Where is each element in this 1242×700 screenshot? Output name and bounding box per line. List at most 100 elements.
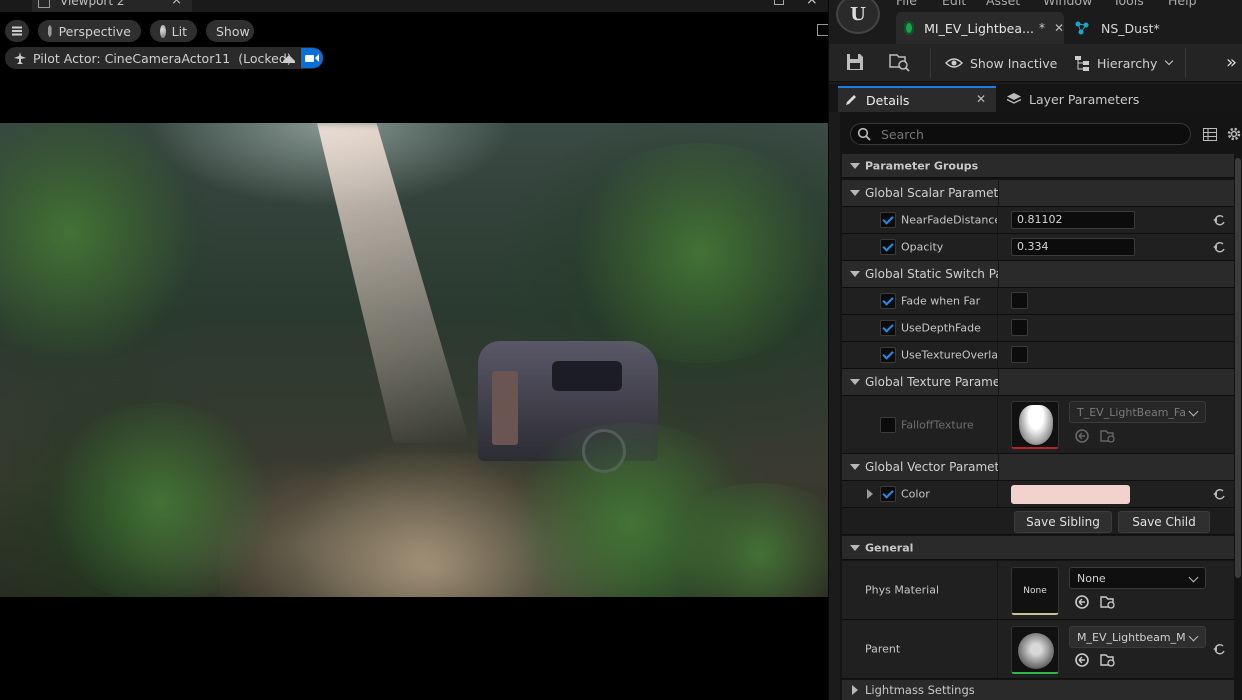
search-box[interactable] bbox=[850, 123, 1191, 145]
tab-layer-parameters[interactable]: Layer Parameters bbox=[1006, 88, 1139, 110]
tab-details[interactable]: Details ✕ bbox=[838, 86, 996, 112]
layers-icon bbox=[1006, 93, 1022, 104]
details-scrollbar[interactable] bbox=[1234, 150, 1242, 700]
search-input[interactable] bbox=[879, 125, 1169, 143]
view-mode-button[interactable]: Lit bbox=[150, 20, 197, 42]
expand-arrow-icon bbox=[850, 162, 860, 169]
eject-pilot-button[interactable] bbox=[278, 48, 300, 68]
expand-arrow-icon bbox=[850, 379, 860, 385]
parent-material-value: M_EV_Lightbeam_M bbox=[1077, 630, 1186, 644]
browse-asset-icon[interactable] bbox=[889, 52, 911, 72]
group-label: Global Texture Parame bbox=[865, 375, 999, 389]
param-row-near-fade-distance: NearFadeDistance 0.81102 bbox=[842, 207, 1234, 234]
save-icon[interactable] bbox=[846, 53, 864, 71]
color-swatch[interactable] bbox=[1011, 485, 1130, 504]
parent-material-thumbnail[interactable] bbox=[1011, 626, 1059, 674]
expand-arrow-icon[interactable] bbox=[867, 489, 873, 499]
param-enable-checkbox[interactable] bbox=[880, 416, 896, 433]
group-label: Global Vector Paramete bbox=[865, 460, 999, 474]
tab-close-icon[interactable]: ✕ bbox=[976, 92, 986, 106]
pilot-actor-text: Pilot Actor: CineCameraActor11 (Locked) bbox=[33, 50, 292, 66]
param-value-checkbox[interactable] bbox=[1011, 346, 1028, 363]
param-value-checkbox[interactable] bbox=[1011, 319, 1028, 336]
viewport-maximize-icon[interactable] bbox=[774, 0, 784, 5]
menu-asset[interactable]: Asset bbox=[986, 0, 1020, 8]
camera-lens-icon bbox=[315, 54, 319, 62]
viewport-tab[interactable]: Viewport 2 × bbox=[32, 0, 192, 12]
viewport-close-icon[interactable]: × bbox=[806, 0, 818, 8]
category-label: General bbox=[865, 541, 914, 554]
expand-arrow-icon bbox=[850, 544, 860, 551]
param-value-input[interactable]: 0.334 bbox=[1011, 238, 1135, 256]
tree-foliage bbox=[560, 143, 828, 363]
group-global-texture[interactable]: Global Texture Parame bbox=[842, 369, 1234, 396]
texture-asset-dropdown[interactable]: T_EV_LightBeam_Fa bbox=[1069, 401, 1206, 423]
category-general[interactable]: General bbox=[842, 536, 1234, 560]
use-selected-asset-icon[interactable] bbox=[1074, 428, 1090, 444]
use-selected-asset-icon[interactable] bbox=[1074, 652, 1090, 668]
toolbar-overflow-icon[interactable]: » bbox=[1226, 52, 1237, 73]
table-view-icon[interactable] bbox=[1203, 128, 1217, 141]
parent-material-dropdown[interactable]: M_EV_Lightbeam_M bbox=[1069, 626, 1206, 648]
category-label: Lightmass Settings bbox=[865, 683, 975, 697]
camera-lock-button[interactable] bbox=[301, 48, 323, 68]
pencil-icon bbox=[846, 95, 856, 105]
hierarchy-button[interactable]: Hierarchy bbox=[1074, 54, 1174, 72]
use-selected-asset-icon[interactable] bbox=[1074, 594, 1090, 610]
column-divider bbox=[998, 454, 999, 480]
perspective-button[interactable]: Perspective bbox=[38, 20, 141, 42]
param-enable-checkbox[interactable] bbox=[880, 320, 896, 336]
browse-to-asset-icon[interactable] bbox=[1100, 652, 1116, 668]
show-flags-button[interactable]: Show bbox=[206, 20, 254, 42]
reset-to-default-icon[interactable] bbox=[1212, 642, 1226, 656]
chevron-down-icon bbox=[1165, 56, 1174, 66]
reset-to-default-icon[interactable] bbox=[1212, 213, 1226, 227]
param-enable-checkbox[interactable] bbox=[880, 239, 896, 255]
tab-close-icon[interactable]: ✕ bbox=[1054, 21, 1064, 35]
group-global-vector[interactable]: Global Vector Paramete bbox=[842, 454, 1234, 481]
group-global-scalar[interactable]: Global Scalar Paramete bbox=[842, 180, 1234, 207]
param-enable-checkbox[interactable] bbox=[880, 347, 896, 363]
group-global-static-switch[interactable]: Global Static Switch Pa bbox=[842, 261, 1234, 288]
param-enable-checkbox[interactable] bbox=[880, 293, 896, 309]
viewport-layout-icon[interactable] bbox=[817, 24, 828, 36]
viewport-menu-button[interactable] bbox=[5, 20, 29, 42]
category-parameter-groups[interactable]: Parameter Groups bbox=[842, 154, 1234, 178]
menu-tools[interactable]: Tools bbox=[1113, 0, 1144, 8]
expand-arrow-icon bbox=[850, 190, 860, 196]
fern-cluster bbox=[40, 403, 280, 597]
scrollbar-thumb[interactable] bbox=[1235, 158, 1241, 578]
save-sibling-button[interactable]: Save Sibling bbox=[1014, 511, 1112, 533]
param-name: UseTextureOverlay bbox=[901, 348, 997, 362]
phys-material-thumbnail[interactable]: None bbox=[1011, 567, 1059, 615]
browse-to-asset-icon[interactable] bbox=[1100, 594, 1116, 610]
menu-edit[interactable]: Edit bbox=[942, 0, 966, 8]
phys-material-dropdown[interactable]: None bbox=[1069, 567, 1206, 589]
param-row-falloff-texture: FalloffTexture T_EV_LightBeam_Fa bbox=[842, 396, 1234, 454]
param-enable-checkbox[interactable] bbox=[880, 486, 896, 502]
texture-thumbnail[interactable] bbox=[1011, 401, 1059, 449]
browse-to-asset-icon[interactable] bbox=[1100, 428, 1116, 444]
menu-help[interactable]: Help bbox=[1168, 0, 1197, 8]
tab-material-instance-label: MI_EV_Lightbea... bbox=[924, 20, 1034, 36]
param-enable-checkbox[interactable] bbox=[880, 212, 896, 228]
reset-to-default-icon[interactable] bbox=[1212, 240, 1226, 254]
tab-material-instance[interactable]: MI_EV_Lightbea... * ✕ bbox=[896, 12, 1064, 44]
tree-foliage bbox=[0, 123, 200, 363]
gear-icon[interactable] bbox=[1226, 126, 1242, 142]
lit-sphere-icon bbox=[160, 24, 166, 38]
menu-window[interactable]: Window bbox=[1043, 0, 1092, 8]
viewport-tab-close-icon[interactable]: × bbox=[171, 0, 182, 8]
hamburger-icon bbox=[12, 30, 22, 32]
param-value-input[interactable]: 0.81102 bbox=[1011, 211, 1135, 229]
save-child-button[interactable]: Save Child bbox=[1118, 511, 1210, 533]
toolbar-divider bbox=[930, 48, 931, 78]
prop-name: Parent bbox=[865, 642, 901, 656]
reset-to-default-icon[interactable] bbox=[1212, 487, 1226, 501]
menu-file[interactable]: File bbox=[896, 0, 917, 8]
tab-niagara-system[interactable]: NS_Dust* bbox=[1068, 12, 1218, 44]
param-value-checkbox[interactable] bbox=[1011, 292, 1028, 309]
category-lightmass-settings[interactable]: Lightmass Settings bbox=[842, 680, 1234, 700]
show-inactive-button[interactable]: Show Inactive bbox=[945, 54, 1057, 72]
param-name: FalloffTexture bbox=[901, 418, 974, 431]
